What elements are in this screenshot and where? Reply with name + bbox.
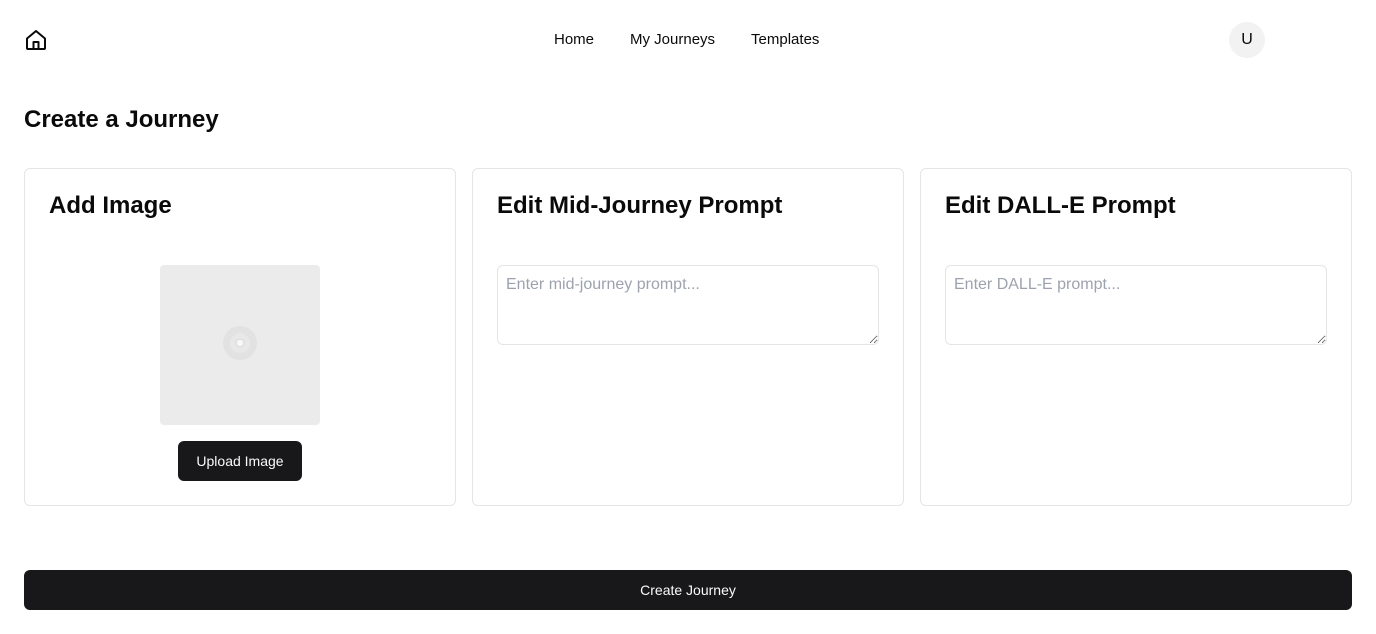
midjourney-prompt-title: Edit Mid-Journey Prompt <box>497 192 783 219</box>
image-loading-icon <box>222 325 258 366</box>
image-preview <box>160 265 320 425</box>
dalle-prompt-input[interactable] <box>945 265 1327 345</box>
add-image-title: Add Image <box>49 192 172 219</box>
nav-home-link[interactable]: Home <box>554 30 594 50</box>
dalle-prompt-card: Edit DALL-E Prompt <box>920 168 1352 506</box>
midjourney-prompt-input[interactable] <box>497 265 879 345</box>
dalle-prompt-title: Edit DALL-E Prompt <box>945 192 1176 219</box>
midjourney-prompt-card: Edit Mid-Journey Prompt <box>472 168 904 506</box>
add-image-card: Add Image Upload Image <box>24 168 456 506</box>
nav-my-journeys-link[interactable]: My Journeys <box>630 30 715 50</box>
create-journey-button[interactable]: Create Journey <box>24 570 1352 610</box>
main-nav: Home My Journeys Templates <box>554 30 819 50</box>
user-avatar[interactable]: U <box>1229 22 1265 58</box>
avatar-initial: U <box>1241 31 1253 48</box>
home-icon[interactable] <box>24 28 48 52</box>
top-nav-bar: Home My Journeys Templates U <box>0 0 1376 80</box>
page-title: Create a Journey <box>24 106 219 133</box>
upload-image-button[interactable]: Upload Image <box>178 441 302 481</box>
nav-templates-link[interactable]: Templates <box>751 30 819 50</box>
